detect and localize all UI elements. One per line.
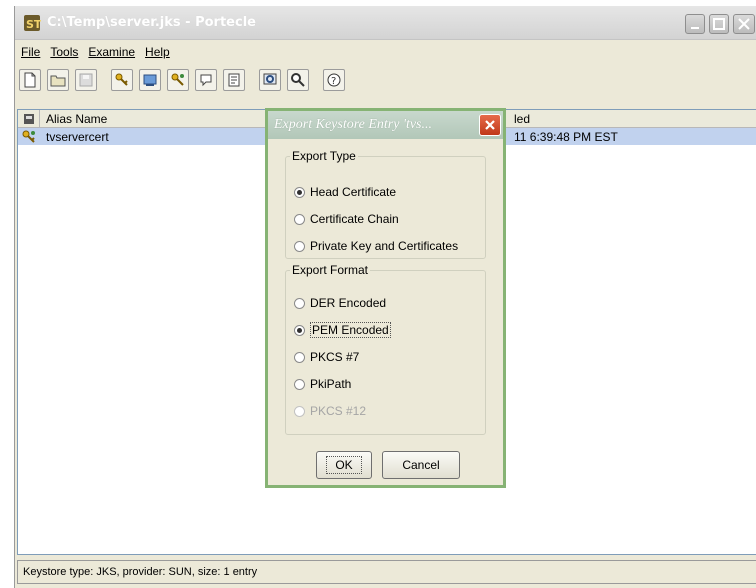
keystore-report-icon[interactable] [223, 69, 245, 91]
examine-crl-icon[interactable] [287, 69, 309, 91]
svg-text:ST: ST [26, 18, 41, 31]
menu-help[interactable]: Help [145, 45, 170, 59]
menu-file[interactable]: File [21, 45, 40, 59]
radio-icon[interactable] [294, 351, 305, 363]
new-keystore-icon[interactable] [19, 69, 41, 91]
export-keystore-entry-dialog: Export Keystore Entry 'tvs... Export Typ… [265, 108, 506, 488]
close-window-button[interactable] [733, 14, 755, 34]
entry-type-column-icon[interactable] [18, 109, 40, 128]
title-bar[interactable]: ST C:\Temp\server.jks - Portecle [15, 6, 756, 40]
menu-bar: File Tools Examine Help [15, 42, 756, 62]
cancel-button[interactable]: Cancel [382, 451, 460, 479]
radio-pkipath[interactable]: PkiPath [294, 375, 351, 393]
keypair-entry-icon [18, 130, 40, 144]
radio-icon[interactable] [294, 213, 305, 225]
svg-text:?: ? [331, 76, 336, 87]
open-keystore-icon[interactable] [47, 69, 69, 91]
dialog-close-button[interactable] [479, 114, 501, 136]
menu-tools[interactable]: Tools [50, 45, 78, 59]
radio-head-certificate[interactable]: Head Certificate [294, 183, 396, 201]
radio-pem-encoded[interactable]: PEM Encoded [294, 321, 391, 339]
status-text: Keystore type: JKS, provider: SUN, size:… [23, 566, 258, 578]
ok-button[interactable]: OK [316, 451, 372, 479]
radio-private-key-and-certificates[interactable]: Private Key and Certificates [294, 237, 458, 255]
toolbar: ? [19, 65, 351, 95]
radio-disabled-icon [294, 405, 305, 417]
export-type-legend: Export Type [292, 149, 356, 163]
radio-certificate-chain[interactable]: Certificate Chain [294, 210, 399, 228]
radio-selected-icon[interactable] [294, 186, 305, 198]
dialog-title: Export Keystore Entry 'tvs... [274, 117, 432, 132]
portecle-app-icon: ST [23, 14, 42, 32]
radio-icon[interactable] [294, 378, 305, 390]
window-title: C:\Temp\server.jks - Portecle [47, 15, 256, 30]
examine-certificate-icon[interactable] [259, 69, 281, 91]
radio-icon[interactable] [294, 240, 305, 252]
export-format-legend: Export Format [292, 263, 369, 277]
help-icon[interactable]: ? [323, 69, 345, 91]
radio-pkcs7[interactable]: PKCS #7 [294, 348, 359, 366]
radio-selected-icon[interactable] [294, 324, 305, 336]
import-trusted-cert-icon[interactable] [139, 69, 161, 91]
menu-examine[interactable]: Examine [88, 45, 135, 59]
radio-der-encoded[interactable]: DER Encoded [294, 294, 386, 312]
dialog-title-bar[interactable]: Export Keystore Entry 'tvs... [268, 111, 503, 139]
generate-keypair-icon[interactable] [111, 69, 133, 91]
radio-pkcs12: PKCS #12 [294, 402, 366, 420]
maximize-button[interactable] [709, 14, 729, 34]
status-bar: Keystore type: JKS, provider: SUN, size:… [17, 560, 756, 584]
date-column-header[interactable]: led [510, 112, 530, 126]
radio-icon[interactable] [294, 297, 305, 309]
minimize-button[interactable] [685, 14, 705, 34]
save-keystore-icon[interactable] [75, 69, 97, 91]
date-cell: 11 6:39:48 PM EST [514, 129, 618, 144]
import-keypair-icon[interactable] [167, 69, 189, 91]
set-password-icon[interactable] [195, 69, 217, 91]
